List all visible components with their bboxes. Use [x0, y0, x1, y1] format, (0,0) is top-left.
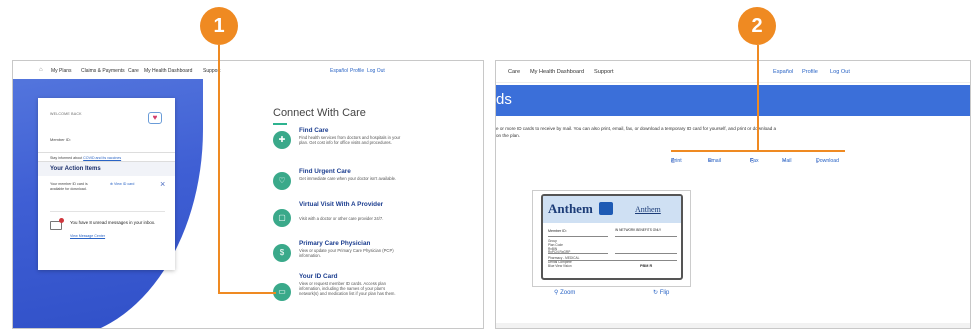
unread-messages-text: You have 8 unread messages in your inbox…: [70, 220, 156, 225]
mail-label: Mail: [782, 158, 792, 164]
member-id-label: Member ID:: [50, 137, 71, 142]
home-icon[interactable]: ⌂: [39, 67, 43, 73]
id-card-fields: Group Plan Code RxBIN RxPCN RxGRP Pharma…: [548, 239, 608, 269]
covid-link[interactable]: COVID and its vaccines: [83, 156, 121, 160]
message-center-link[interactable]: View Message Center: [70, 234, 105, 238]
id-card-brand-secondary: Anthem: [635, 205, 661, 214]
nav-claims-payments[interactable]: Claims & Payments: [81, 68, 125, 74]
care-item-desc: View or update your Primary Care Physici…: [299, 248, 394, 259]
callout-line-2-vertical: [757, 45, 759, 151]
flip-button[interactable]: ↻ Flip: [653, 289, 669, 296]
fax-label: Fax: [750, 158, 759, 164]
heartbeat-icon: ♡: [273, 172, 291, 190]
action-items-heading: Your Action Items: [38, 162, 175, 176]
connect-with-care-title: Connect With Care: [273, 107, 366, 119]
welcome-card: WELCOME BACK ♥ Member ID: Stay informed …: [38, 98, 175, 270]
id-card-divider: [615, 253, 677, 254]
id-card-action-bar: ⎙ Print ✉ Email ⎘ Fax ➢ Mail ⤓ Download: [671, 158, 847, 168]
chat-icon: ▢: [273, 209, 291, 227]
nav-support[interactable]: Support: [594, 69, 614, 75]
espanol-link[interactable]: Español: [773, 69, 793, 75]
notification-dot-icon: [59, 218, 64, 223]
view-id-card-label: View ID card: [114, 182, 135, 186]
profile-link[interactable]: Profile: [802, 69, 818, 75]
description-line-2: on the plan.: [496, 133, 521, 138]
messages-item: You have 8 unread messages in your inbox…: [50, 211, 165, 245]
description-line-1: e or more ID cards to receive by mail. Y…: [496, 126, 777, 131]
dollar-icon: $: [273, 244, 291, 262]
right-screenshot-panel: Care My Health Dashboard Support Español…: [495, 60, 971, 329]
id-card-divider: [548, 260, 677, 261]
care-item-title[interactable]: Primary Care Physician: [299, 240, 399, 247]
welcome-greeting: WELCOME BACK: [50, 112, 82, 116]
heart-icon: ♥: [148, 112, 162, 124]
profile-link[interactable]: Profile: [350, 68, 364, 74]
nav-care[interactable]: Care: [128, 68, 139, 74]
hospital-icon: ✚: [273, 131, 291, 149]
callout-line-2-horizontal: [671, 150, 845, 152]
id-card-member-id-label: Member ID:: [548, 229, 567, 233]
close-icon[interactable]: ×: [160, 179, 165, 189]
id-card-pbm: PBM R: [640, 264, 653, 268]
view-id-card-link[interactable]: ⊕ View ID card: [110, 182, 134, 186]
footer-strip: [496, 323, 970, 328]
id-card-description: e or more ID cards to receive by mail. Y…: [496, 125, 916, 139]
blue-cross-shield-icon: [599, 202, 613, 215]
zoom-button[interactable]: ⚲ Zoom: [554, 289, 575, 296]
id-card-image[interactable]: Anthem Anthem Member ID: IN NETWORK BENE…: [541, 194, 683, 280]
id-card-field: Blue View Vision: [548, 263, 572, 268]
top-nav: Care My Health Dashboard Support Español…: [496, 61, 970, 83]
id-card-in-network: IN NETWORK BENEFITS ONLY: [615, 228, 662, 232]
page-title: ds: [496, 91, 512, 108]
care-item-desc: View or request member ID cards. Access …: [299, 281, 396, 297]
left-screenshot-panel: ⌂ My Plans Claims & Payments Care My Hea…: [12, 60, 484, 329]
flip-label: Flip: [659, 290, 670, 296]
espanol-link[interactable]: Español: [330, 68, 348, 74]
care-item-title[interactable]: Your ID Card: [299, 273, 399, 280]
top-nav: ⌂ My Plans Claims & Payments Care My Hea…: [13, 61, 483, 79]
covid-notice: Stay informed about COVID and its vaccin…: [38, 152, 175, 162]
print-label: Print: [671, 158, 682, 164]
covid-prefix: Stay informed about: [50, 156, 83, 160]
nav-my-plans[interactable]: My Plans: [51, 68, 72, 74]
step-2-badge: 2: [738, 7, 776, 45]
care-item-desc: Get immediate care when your doctor isn'…: [299, 176, 397, 181]
nav-my-health-dashboard[interactable]: My Health Dashboard: [144, 68, 192, 74]
nav-my-health-dashboard[interactable]: My Health Dashboard: [530, 69, 584, 75]
id-card-divider: [615, 236, 677, 237]
nav-care[interactable]: Care: [508, 69, 520, 75]
care-item-title[interactable]: Find Urgent Care: [299, 168, 399, 175]
care-item-desc: Visit with a doctor or other care provid…: [299, 216, 384, 221]
step-1-badge: 1: [200, 7, 238, 45]
care-item-desc: Find health services from doctors and ho…: [299, 135, 401, 146]
page-banner: ds: [496, 85, 970, 116]
callout-line-1-horizontal: [218, 292, 276, 294]
download-label: Download: [816, 158, 840, 164]
flip-icon: ↻: [653, 290, 660, 296]
id-card-divider: [548, 253, 608, 254]
email-label: Email: [708, 158, 721, 164]
care-item-title[interactable]: Find Care: [299, 127, 399, 134]
care-item-title[interactable]: Virtual Visit With A Provider: [299, 201, 399, 208]
logout-link[interactable]: Log Out: [830, 69, 850, 75]
logout-link[interactable]: Log Out: [367, 68, 385, 74]
id-card-available-text: Your member ID card is available for dow…: [50, 182, 88, 191]
id-card-divider: [548, 236, 608, 237]
title-underline: [273, 123, 287, 125]
zoom-label: Zoom: [560, 290, 576, 296]
id-card-brand: Anthem: [548, 201, 593, 216]
callout-line-1-vertical: [218, 45, 220, 293]
